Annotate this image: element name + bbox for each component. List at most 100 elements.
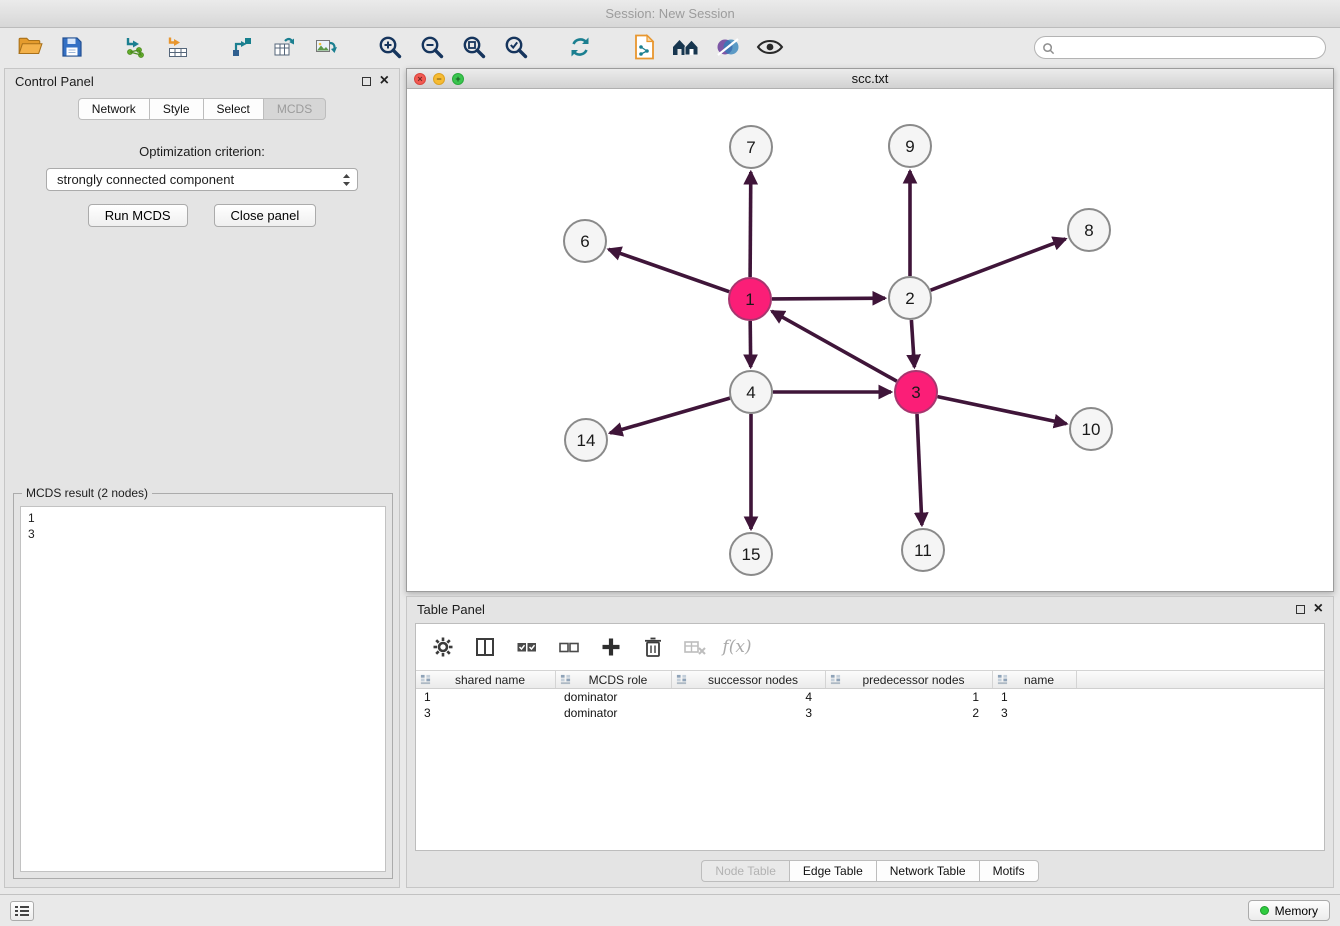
close-panel-button[interactable]: Close panel	[214, 204, 317, 227]
graph-node-11[interactable]: 11	[902, 529, 944, 571]
tab-select[interactable]: Select	[203, 98, 263, 120]
graph-edge-2-8[interactable]	[931, 239, 1066, 290]
graph-edge-3-1[interactable]	[772, 311, 897, 381]
export-image-button[interactable]	[310, 32, 342, 62]
tab-motifs[interactable]: Motifs	[979, 860, 1039, 882]
save-session-button[interactable]	[56, 32, 88, 62]
close-window-icon[interactable]: ×	[414, 73, 426, 85]
column-header-shared-name[interactable]: shared name	[416, 671, 556, 688]
select-all-button[interactable]	[514, 634, 540, 660]
graph-edge-4-14[interactable]	[610, 398, 730, 433]
search-input[interactable]	[1034, 36, 1326, 59]
import-network-button[interactable]	[120, 32, 152, 62]
close-table-panel-icon[interactable]: ×	[1314, 604, 1323, 614]
graph-edge-3-11[interactable]	[917, 414, 922, 525]
zoom-selected-button[interactable]	[500, 32, 532, 62]
deselect-all-button[interactable]	[556, 634, 582, 660]
memory-button[interactable]: Memory	[1248, 900, 1330, 921]
graph-node-9[interactable]: 9	[889, 125, 931, 167]
add-column-button[interactable]	[598, 634, 624, 660]
graph-node-14[interactable]: 14	[565, 419, 607, 461]
plus-icon	[600, 636, 622, 658]
graph-node-15[interactable]: 15	[730, 533, 772, 575]
table-cell[interactable]: 2	[826, 705, 993, 721]
table-cell[interactable]: 3	[993, 705, 1077, 721]
home-button[interactable]	[670, 32, 702, 62]
table-settings-button[interactable]	[430, 634, 456, 660]
style-venn-icon	[715, 35, 741, 59]
run-mcds-button[interactable]: Run MCDS	[88, 204, 188, 227]
graph-edge-1-4[interactable]	[750, 321, 751, 367]
table-cell[interactable]: 1	[993, 689, 1077, 705]
minimize-window-icon[interactable]: −	[433, 73, 445, 85]
graph-node-3[interactable]: 3	[895, 371, 937, 413]
column-header-name[interactable]: name	[993, 671, 1077, 688]
zoom-window-icon[interactable]: +	[452, 73, 464, 85]
tab-network[interactable]: Network	[78, 98, 149, 120]
column-attribute-icon	[830, 674, 841, 685]
open-network-file-button[interactable]	[628, 32, 660, 62]
refresh-icon	[567, 34, 593, 60]
table-row[interactable]: 1dominator411	[416, 689, 1324, 705]
control-panel-tabs: NetworkStyleSelectMCDS	[5, 98, 399, 120]
graph-edge-1-2[interactable]	[772, 298, 885, 299]
float-panel-icon[interactable]	[362, 77, 371, 86]
function-builder-button[interactable]: f(x)	[724, 634, 750, 660]
graph-node-8[interactable]: 8	[1068, 209, 1110, 251]
refresh-view-button[interactable]	[564, 32, 596, 62]
zoom-fit-button[interactable]	[458, 32, 490, 62]
graph-node-2[interactable]: 2	[889, 277, 931, 319]
table-cell[interactable]: 1	[826, 689, 993, 705]
table-cell[interactable]: dominator	[556, 689, 672, 705]
table-arrow-icon	[272, 35, 296, 59]
import-table-button[interactable]	[162, 32, 194, 62]
show-hide-button[interactable]	[754, 32, 786, 62]
column-header-mcds-role[interactable]: MCDS role	[556, 671, 672, 688]
zoom-out-button[interactable]	[416, 32, 448, 62]
node-label: 14	[577, 431, 596, 450]
table-rows: 1dominator4113dominator323	[416, 689, 1324, 721]
graph-node-4[interactable]: 4	[730, 371, 772, 413]
close-panel-icon[interactable]: ×	[380, 76, 389, 86]
table-cell[interactable]: 1	[416, 689, 556, 705]
graph-node-10[interactable]: 10	[1070, 408, 1112, 450]
node-label: 4	[746, 383, 755, 402]
delete-column-button[interactable]	[640, 634, 666, 660]
table-cell[interactable]: 3	[416, 705, 556, 721]
network-canvas[interactable]: 1 2 3 4 6 7 8 9 10 11 14 15	[407, 89, 1333, 591]
share-network-button[interactable]	[226, 32, 258, 62]
graph-edge-3-10[interactable]	[938, 397, 1067, 424]
graph-edge-1-6[interactable]	[609, 249, 730, 291]
column-header-successor-nodes[interactable]: successor nodes	[672, 671, 826, 688]
delete-table-icon	[683, 636, 707, 658]
show-columns-button[interactable]	[472, 634, 498, 660]
open-session-button[interactable]	[14, 32, 46, 62]
zoom-in-button[interactable]	[374, 32, 406, 62]
import-table-file-button[interactable]	[268, 32, 300, 62]
graph-node-7[interactable]: 7	[730, 126, 772, 168]
tab-mcds[interactable]: MCDS	[263, 98, 326, 120]
tab-network-table[interactable]: Network Table	[876, 860, 979, 882]
apply-style-button[interactable]	[712, 32, 744, 62]
table-cell[interactable]: 3	[672, 705, 826, 721]
criterion-dropdown[interactable]: strongly connected component	[46, 168, 358, 191]
graph-node-1[interactable]: 1	[729, 278, 771, 320]
tab-node-table[interactable]: Node Table	[701, 860, 789, 882]
column-attribute-icon	[997, 674, 1008, 685]
window-title: Session: New Session	[605, 6, 734, 21]
table-cell[interactable]: 4	[672, 689, 826, 705]
task-history-button[interactable]	[10, 901, 34, 921]
graph-node-6[interactable]: 6	[564, 220, 606, 262]
table-panel-title: Table Panel	[417, 602, 485, 617]
node-label: 2	[905, 289, 914, 308]
table-cell[interactable]: dominator	[556, 705, 672, 721]
float-table-panel-icon[interactable]	[1296, 605, 1305, 614]
tab-edge-table[interactable]: Edge Table	[789, 860, 876, 882]
column-header-predecessor-nodes[interactable]: predecessor nodes	[826, 671, 993, 688]
graph-edge-2-3[interactable]	[911, 320, 914, 367]
tab-style[interactable]: Style	[149, 98, 203, 120]
graph-edge-1-7[interactable]	[750, 172, 751, 277]
network-file-icon	[632, 34, 656, 60]
delete-table-button[interactable]	[682, 634, 708, 660]
table-row[interactable]: 3dominator323	[416, 705, 1324, 721]
